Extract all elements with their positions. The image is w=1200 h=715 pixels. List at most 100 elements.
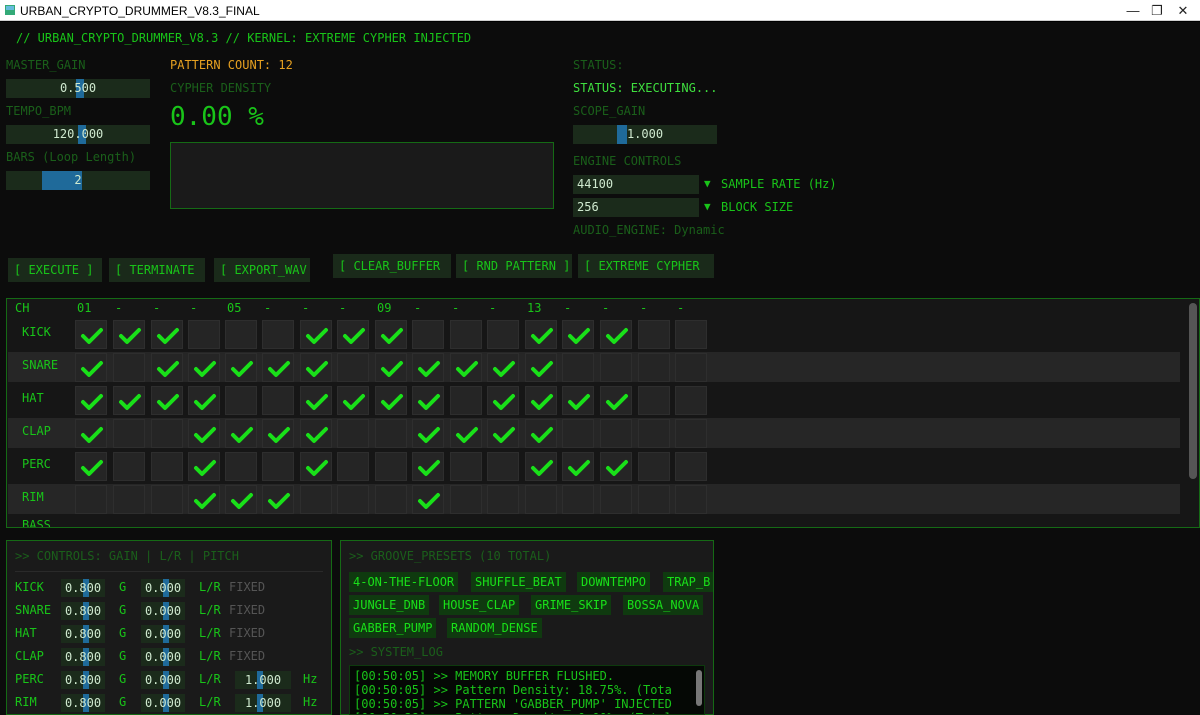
step-cell-active[interactable] [525, 452, 557, 481]
block-size-select[interactable]: 256 [573, 198, 699, 217]
gain-field[interactable]: 0.800 [61, 671, 105, 689]
step-cell-active[interactable] [412, 386, 444, 415]
step-cell[interactable] [113, 485, 145, 514]
step-cell-active[interactable] [300, 353, 332, 382]
step-cell-active[interactable] [600, 386, 632, 415]
pitch-field[interactable]: 1.000 [235, 671, 291, 689]
step-cell[interactable] [675, 353, 707, 382]
step-cell[interactable] [337, 452, 369, 481]
step-cell[interactable] [638, 320, 670, 349]
step-cell-active[interactable] [300, 386, 332, 415]
step-cell[interactable] [300, 485, 332, 514]
step-cell-active[interactable] [487, 386, 519, 415]
step-cell-active[interactable] [75, 353, 107, 382]
step-cell[interactable] [151, 485, 183, 514]
tempo-field[interactable]: 120.000 [6, 125, 150, 144]
step-cell[interactable] [638, 386, 670, 415]
step-cell[interactable] [262, 452, 294, 481]
step-cell[interactable] [675, 386, 707, 415]
step-cell[interactable] [600, 419, 632, 448]
pan-field[interactable]: 0.000 [141, 671, 185, 689]
step-cell-active[interactable] [487, 419, 519, 448]
pan-field[interactable]: 0.000 [141, 602, 185, 620]
step-cell[interactable] [638, 485, 670, 514]
scope-gain-field[interactable]: 1.000 [573, 125, 717, 144]
log-scrollbar[interactable] [696, 670, 702, 706]
step-cell[interactable] [375, 419, 407, 448]
step-cell-active[interactable] [525, 320, 557, 349]
step-cell-active[interactable] [262, 353, 294, 382]
step-cell[interactable] [151, 419, 183, 448]
step-cell-active[interactable] [262, 419, 294, 448]
step-cell[interactable] [450, 320, 482, 349]
step-cell[interactable] [487, 485, 519, 514]
step-cell-active[interactable] [487, 353, 519, 382]
step-cell[interactable] [675, 485, 707, 514]
rnd-pattern-button[interactable]: [ RND PATTERN ] [456, 254, 572, 278]
pitch-field[interactable]: 1.000 [235, 694, 291, 712]
gain-field[interactable]: 0.800 [61, 648, 105, 666]
step-cell[interactable] [487, 320, 519, 349]
chevron-down-icon[interactable]: ▼ [704, 200, 711, 213]
step-cell-active[interactable] [151, 353, 183, 382]
step-cell-active[interactable] [525, 419, 557, 448]
step-cell[interactable] [75, 485, 107, 514]
step-cell[interactable] [113, 452, 145, 481]
step-cell-active[interactable] [188, 386, 220, 415]
step-cell[interactable] [225, 452, 257, 481]
step-cell[interactable] [487, 452, 519, 481]
step-cell[interactable] [375, 452, 407, 481]
step-cell[interactable] [412, 320, 444, 349]
gain-field[interactable]: 0.800 [61, 694, 105, 712]
preset-button-jungle-dnb[interactable]: JUNGLE_DNB [349, 595, 430, 615]
step-cell[interactable] [337, 419, 369, 448]
step-cell-active[interactable] [412, 452, 444, 481]
preset-button-bossa-nova[interactable]: BOSSA_NOVA [623, 595, 704, 615]
step-cell-active[interactable] [375, 386, 407, 415]
step-cell-active[interactable] [600, 452, 632, 481]
execute-button[interactable]: [ EXECUTE ] [8, 258, 102, 282]
step-cell[interactable] [337, 353, 369, 382]
step-cell[interactable] [600, 353, 632, 382]
preset-button-grime-skip[interactable]: GRIME_SKIP [531, 595, 612, 615]
sequencer-scrollbar[interactable] [1189, 303, 1197, 479]
terminate-button[interactable]: [ TERMINATE [109, 258, 205, 282]
step-cell-active[interactable] [412, 419, 444, 448]
preset-button-shuffle-beat[interactable]: SHUFFLE_BEAT [471, 572, 566, 592]
step-cell[interactable] [151, 452, 183, 481]
step-cell-active[interactable] [225, 353, 257, 382]
preset-button-downtempo[interactable]: DOWNTEMPO [577, 572, 651, 592]
step-cell[interactable] [675, 419, 707, 448]
step-cell-active[interactable] [188, 485, 220, 514]
step-cell[interactable] [113, 353, 145, 382]
step-cell-active[interactable] [412, 353, 444, 382]
step-cell[interactable] [450, 386, 482, 415]
preset-button-4-on-the-floor[interactable]: 4-ON-THE-FLOOR [349, 572, 459, 592]
close-button[interactable]: ✕ [1160, 0, 1200, 21]
step-cell-active[interactable] [600, 320, 632, 349]
step-cell-active[interactable] [375, 320, 407, 349]
step-cell[interactable] [562, 485, 594, 514]
step-cell[interactable] [188, 320, 220, 349]
step-cell[interactable] [337, 485, 369, 514]
pan-field[interactable]: 0.000 [141, 625, 185, 643]
step-cell[interactable] [638, 419, 670, 448]
step-cell-active[interactable] [113, 320, 145, 349]
step-cell-active[interactable] [225, 485, 257, 514]
step-cell[interactable] [262, 386, 294, 415]
step-cell[interactable] [225, 386, 257, 415]
step-cell[interactable] [262, 320, 294, 349]
step-cell-active[interactable] [450, 353, 482, 382]
step-cell-active[interactable] [375, 353, 407, 382]
step-cell-active[interactable] [562, 452, 594, 481]
step-cell-active[interactable] [188, 353, 220, 382]
clear-buffer-button[interactable]: [ CLEAR_BUFFER [333, 254, 451, 278]
gain-field[interactable]: 0.800 [61, 579, 105, 597]
step-cell[interactable] [450, 485, 482, 514]
step-cell-active[interactable] [188, 419, 220, 448]
step-cell-active[interactable] [300, 320, 332, 349]
step-cell[interactable] [450, 452, 482, 481]
export-wav-button[interactable]: [ EXPORT_WAV [214, 258, 310, 282]
step-cell[interactable] [225, 320, 257, 349]
step-cell-active[interactable] [337, 386, 369, 415]
